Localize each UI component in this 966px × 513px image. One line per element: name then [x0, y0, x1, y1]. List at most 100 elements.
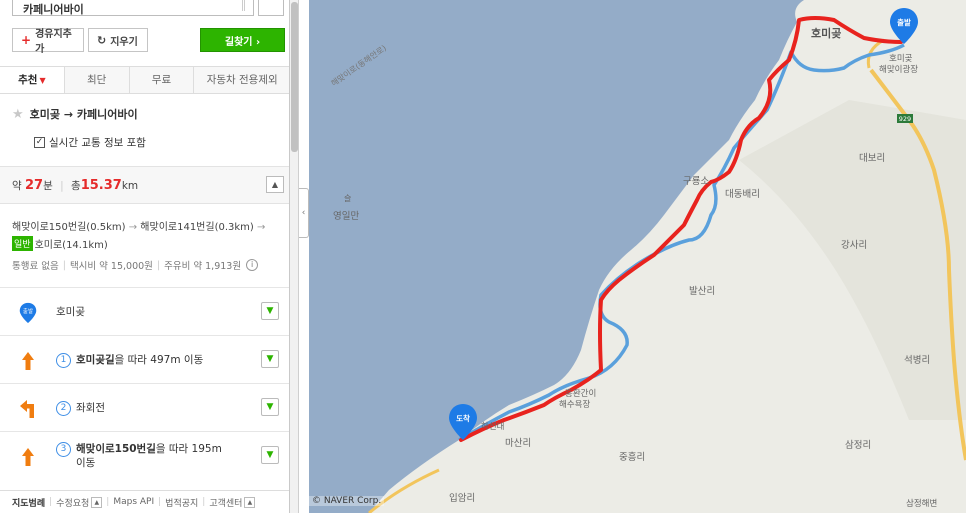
footer-edit-request-link[interactable]: 수정요청 — [56, 496, 89, 509]
step-instruction: 을 따라 195m — [155, 443, 222, 455]
step-text: 호미곶 — [56, 306, 85, 318]
step-locate-button[interactable]: ▼ — [261, 302, 279, 320]
road-type-badge: 일반 — [12, 236, 33, 251]
map-label-ipam: 입암리 — [449, 493, 476, 504]
arrow-right-icon: → — [257, 222, 266, 233]
scrollbar-thumb[interactable] — [291, 2, 298, 152]
tab-exclude-expressway[interactable]: 자동차 전용제외 — [193, 67, 289, 93]
divider: | — [202, 497, 206, 507]
summary-minutes-unit: 분 — [43, 180, 53, 192]
route-title: ★ 호미곶 → 카페니어바이 — [12, 106, 138, 122]
summary-minutes: 27 — [25, 178, 44, 193]
arrow-straight-icon — [22, 352, 34, 370]
destination-action-button[interactable] — [258, 0, 284, 16]
collapse-panel-button[interactable]: ‹ — [299, 188, 309, 238]
tab-free-label: 무료 — [151, 74, 172, 86]
start-pin-icon: 출발 — [19, 302, 37, 324]
step-instruction: 을 따라 497m 이동 — [114, 354, 204, 366]
caret-up-icon[interactable]: ▲ — [244, 496, 256, 508]
map-label-heunghwan-beach: 해수욕장 — [559, 400, 591, 410]
tab-shortest[interactable]: 최단 — [63, 67, 129, 93]
footer-maps-api-link[interactable]: Maps API — [113, 497, 154, 507]
step-1[interactable]: 1 호미곶길을 따라 497m 이동 ▼ — [0, 335, 289, 383]
map-label-sunrise-square: 해맞이광장 — [879, 65, 919, 75]
summary-total: 총 — [71, 180, 81, 192]
map-label-jungheung: 중흥리 — [619, 452, 646, 463]
summary-approx: 약 — [12, 180, 22, 192]
info-icon[interactable]: i — [246, 259, 259, 271]
fuel-cost-text: 주유비 약 1,913원 — [164, 261, 242, 272]
route-desc-seg3: 호미로(14.1km) — [34, 240, 108, 251]
footer-legal-link[interactable]: 법적공지 — [165, 496, 198, 509]
destination-value: 카페니어바이 — [23, 3, 84, 16]
step-text: 1 호미곶길을 따라 497m 이동 — [56, 352, 203, 368]
drag-handle-icon[interactable] — [242, 0, 245, 11]
step-number: 3 — [56, 442, 71, 457]
map-label-haseondae: 하선대 — [481, 422, 505, 432]
step-start[interactable]: 출발 호미곶 ▼ — [0, 287, 289, 335]
divider: | — [49, 497, 53, 507]
tab-recommended[interactable]: 추천 ▼ — [0, 67, 64, 93]
route-title-text: 호미곶 → 카페니어바이 — [29, 108, 138, 121]
clear-label: 지우기 — [110, 36, 138, 48]
step-road-name: 호미곶길 — [76, 354, 115, 366]
arrow-straight-icon — [22, 448, 34, 466]
step-number: 1 — [56, 352, 71, 368]
clear-button[interactable]: ↻ 지우기 — [88, 28, 148, 52]
panel-scrollbar[interactable] — [290, 0, 299, 513]
map-label-sea-top: 슬 — [344, 194, 352, 203]
map-label-homigot: 호미곶 — [811, 27, 842, 40]
collapse-summary-button[interactable]: ▲ — [266, 176, 284, 193]
add-waypoint-button[interactable]: + 경유지추가 — [12, 28, 84, 55]
route-option-tabs: 추천 ▼ 최단 무료 자동차 전용제외 — [0, 66, 289, 94]
map-copyright: © NAVER Corp. — [309, 496, 385, 506]
route-desc-line1: 해맞이로150번길(0.5km) → 해맞이로141번길(0.3km) → — [12, 218, 265, 233]
map-label-daedongbae: 대동배리 — [725, 189, 760, 200]
star-icon[interactable]: ★ — [12, 107, 24, 122]
footer-support-link[interactable]: 고객센터 — [209, 496, 242, 509]
step-instruction: 좌회전 — [76, 402, 105, 414]
step-text-block: 해맞이로150번길을 따라 195m 이동 — [76, 442, 222, 470]
traffic-checkbox-row[interactable]: ✓ 실시간 교통 정보 포함 — [34, 135, 146, 150]
summary-distance-unit: km — [121, 180, 139, 192]
route-cost-info: 통행료 없음 | 택시비 약 15,000원 | 주유비 약 1,913원 i — [12, 258, 259, 272]
turn-left-icon — [20, 400, 34, 418]
summary-distance: 15.37 — [80, 178, 122, 193]
map-label-gangsa: 강사리 — [841, 240, 868, 251]
step-3[interactable]: 3 해맞이로150번길을 따라 195m 이동 ▼ — [0, 431, 289, 481]
map-label-yeongilman: 영일만 — [333, 211, 360, 222]
footer-legend-link[interactable]: 지도범례 — [12, 496, 45, 509]
step-road-name: 해맞이로150번길 — [76, 443, 156, 455]
divider: | — [106, 497, 110, 507]
summary-text: 약 27분 | 총15.37km — [12, 178, 138, 193]
tab-free[interactable]: 무료 — [128, 67, 194, 93]
route-desc-line2: 일반 호미로(14.1km) — [12, 236, 108, 251]
traffic-label: 실시간 교통 정보 포함 — [49, 137, 146, 149]
divider: | — [156, 259, 161, 271]
step-number: 2 — [56, 400, 71, 416]
step-text: 2 좌회전 — [56, 400, 105, 416]
find-route-label: 길찾기 › — [224, 36, 261, 48]
step-text: 3 해맞이로150번길을 따라 195m 이동 — [56, 442, 222, 470]
step-locate-button[interactable]: ▼ — [261, 446, 279, 464]
divider: | — [158, 497, 162, 507]
taxi-fare-text: 택시비 약 15,000원 — [69, 261, 153, 272]
step-locate-button[interactable]: ▼ — [261, 398, 279, 416]
start-pin-text: 출발 — [23, 307, 33, 315]
start-marker-label: 출발 — [897, 17, 911, 27]
traffic-checkbox[interactable]: ✓ — [34, 137, 45, 148]
destination-input[interactable]: 카페니어바이 — [12, 0, 254, 16]
step-locate-button[interactable]: ▼ — [261, 350, 279, 368]
panel-footer: 지도범례 | 수정요청 ▲ | Maps API | 법적공지 | 고객센터 ▲ — [0, 490, 289, 513]
map-view[interactable]: 929 출발 도착 호미곶 호미곶 해맞이광장 해맞이로(동해안로) 슬 영일만… — [309, 0, 966, 513]
map-label-daebo: 대보리 — [859, 153, 886, 164]
toll-text: 통행료 없음 — [12, 261, 59, 272]
refresh-icon: ↻ — [97, 33, 107, 47]
map-label-gureumso: 구룡소 — [683, 176, 710, 187]
divider: | — [60, 180, 64, 192]
find-route-button[interactable]: 길찾기 › — [200, 28, 285, 52]
step-2[interactable]: 2 좌회전 ▼ — [0, 383, 289, 431]
end-marker-label: 도착 — [456, 413, 470, 423]
map-label-samjeong: 삼정리 — [845, 440, 872, 451]
caret-up-icon[interactable]: ▲ — [91, 496, 103, 508]
